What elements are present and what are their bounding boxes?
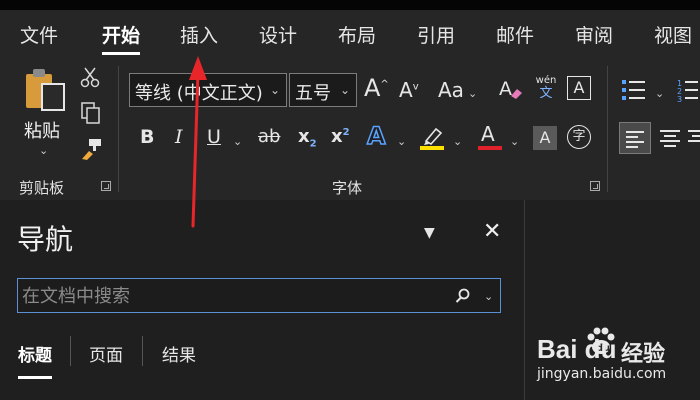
highlight-dropdown-icon[interactable]: ⌄ — [453, 136, 462, 147]
font-color-button[interactable]: A — [481, 124, 495, 144]
numbering-icon[interactable]: 1 2 3 — [676, 77, 698, 103]
change-case-dropdown-icon[interactable]: ⌄ — [468, 88, 477, 99]
tab-layout[interactable]: 布局 — [338, 21, 376, 48]
font-dialog-launcher-icon[interactable] — [590, 181, 600, 191]
subscript-icon: x — [298, 126, 310, 147]
character-shading-icon: A — [539, 128, 551, 147]
strikethrough-button[interactable]: ab — [258, 128, 280, 146]
align-center-icon[interactable] — [656, 124, 684, 152]
superscript-icon: x — [331, 126, 343, 147]
font-size-combobox[interactable]: 五号 ⌄ — [289, 73, 357, 107]
annotation-arrow-icon — [189, 56, 207, 228]
font-color-dropdown-icon[interactable]: ⌄ — [510, 136, 519, 147]
watermark-suffix: 经验 — [621, 342, 666, 367]
tab-pages[interactable]: 页面 — [89, 341, 123, 366]
tab-home[interactable]: 开始 — [102, 21, 141, 55]
align-left-icon — [626, 131, 644, 148]
font-group-label: 字体 — [332, 179, 363, 197]
bullets-dropdown-icon[interactable]: ⌄ — [655, 88, 664, 99]
chevron-down-icon: ⌄ — [269, 83, 280, 97]
navigation-search-box: ⌄ — [17, 278, 501, 313]
ribbon-tab-bar: 文件 开始 插入 设计 布局 引用 邮件 审阅 视图 — [0, 10, 700, 56]
tab-review[interactable]: 审阅 — [575, 21, 613, 48]
tab-insert[interactable]: 插入 — [180, 21, 218, 48]
highlight-color-bar — [420, 146, 444, 150]
watermark-brand: Bai du — [537, 334, 617, 364]
baidu-jingyan-watermark: du Bai du 经验 jingyan.baidu.com — [537, 320, 697, 390]
enclose-characters-icon: 字 — [572, 129, 586, 144]
format-painter-icon[interactable] — [79, 137, 103, 161]
search-icon[interactable] — [455, 288, 471, 304]
window-top-strip — [0, 0, 700, 10]
svg-text:A: A — [499, 78, 512, 100]
change-case-button[interactable]: Aa — [438, 80, 464, 100]
tab-mailings[interactable]: 邮件 — [496, 21, 534, 48]
search-input[interactable] — [20, 283, 444, 309]
phonetic-guide-button[interactable]: wén 文 — [533, 75, 559, 103]
bullets-icon[interactable] — [620, 77, 648, 103]
character-border-icon: A — [573, 78, 585, 97]
align-right-icon[interactable] — [688, 124, 700, 152]
pane-options-icon[interactable]: ▼ — [424, 225, 435, 241]
paste-dropdown-icon[interactable]: ⌄ — [39, 145, 48, 156]
phonetic-bottom-label: 文 — [539, 86, 553, 101]
character-border-button[interactable]: A — [567, 76, 591, 100]
search-options-dropdown-icon[interactable]: ⌄ — [484, 291, 493, 302]
bold-button[interactable]: B — [140, 128, 154, 147]
underline-dropdown-icon[interactable]: ⌄ — [233, 136, 242, 147]
watermark-url: jingyan.baidu.com — [537, 366, 667, 382]
text-effects-icon: A — [366, 122, 386, 150]
change-case-icon: Aa — [438, 78, 464, 102]
enclose-characters-button[interactable]: 字 — [567, 125, 591, 149]
tab-view[interactable]: 视图 — [654, 21, 692, 48]
superscript-button[interactable]: x2 — [331, 128, 350, 146]
paste-icon — [26, 69, 65, 111]
grow-font-button[interactable]: A^ — [364, 76, 389, 100]
font-size-value: 五号 — [295, 83, 331, 104]
align-left-button[interactable] — [619, 122, 651, 154]
clear-formatting-icon[interactable]: A — [498, 76, 524, 102]
bold-icon: B — [140, 126, 155, 148]
tab-design[interactable]: 设计 — [259, 21, 297, 48]
shrink-font-button[interactable]: Av — [399, 80, 419, 100]
paste-button[interactable] — [22, 66, 70, 114]
tab-headings[interactable]: 标题 — [18, 341, 52, 379]
text-effects-button[interactable]: A — [366, 122, 386, 150]
tab-file[interactable]: 文件 — [20, 21, 58, 48]
ribbon-group-separator — [607, 66, 608, 192]
ribbon-group-separator — [118, 66, 119, 192]
grow-font-icon: A — [364, 74, 381, 102]
clipboard-group-label: 剪贴板 — [19, 179, 65, 197]
tab-results[interactable]: 结果 — [162, 341, 196, 366]
subtab-separator — [142, 336, 143, 366]
navigation-title: 导航 — [17, 223, 74, 256]
font-color-bar — [478, 146, 502, 150]
subscript-button[interactable]: x2 — [298, 128, 317, 150]
font-color-icon: A — [481, 122, 495, 146]
chevron-down-icon: ⌄ — [339, 83, 350, 97]
paste-label: 粘贴 — [24, 121, 60, 142]
svg-text:3: 3 — [677, 95, 682, 103]
strikethrough-icon: ab — [258, 126, 281, 147]
text-effects-dropdown-icon[interactable]: ⌄ — [397, 136, 406, 147]
clipboard-dialog-launcher-icon[interactable] — [101, 181, 111, 191]
shrink-font-icon: A — [399, 78, 413, 102]
subscript-mark: 2 — [309, 138, 317, 150]
tab-references[interactable]: 引用 — [417, 21, 455, 48]
cut-icon[interactable] — [80, 66, 100, 88]
subtab-separator — [70, 336, 71, 366]
close-icon[interactable]: ✕ — [483, 219, 501, 244]
superscript-mark: 2 — [342, 127, 350, 138]
character-shading-button[interactable]: A — [533, 126, 557, 150]
copy-icon[interactable] — [80, 101, 102, 125]
